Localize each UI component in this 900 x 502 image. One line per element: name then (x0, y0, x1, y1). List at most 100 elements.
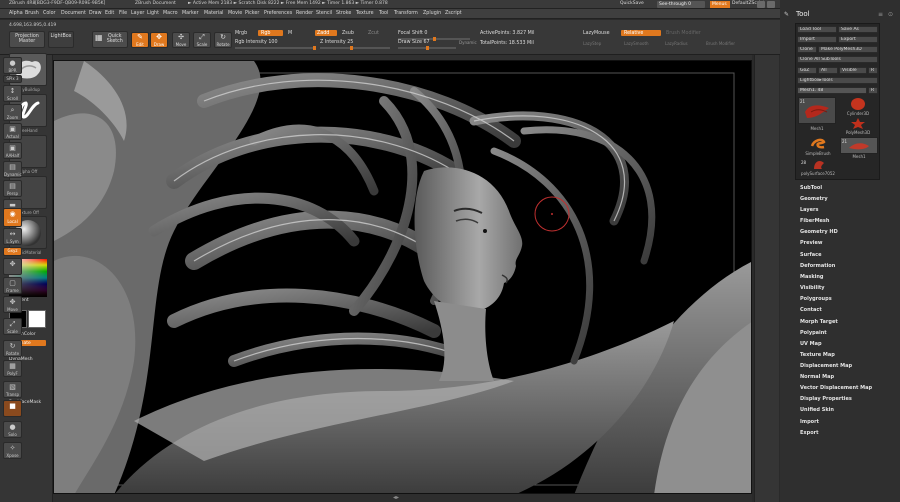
m-toggle[interactable]: M (288, 31, 292, 36)
rotate-view-button[interactable]: ↻ Rotate (3, 340, 22, 357)
subpalette-vector-displacement-map[interactable]: Vector Displacement Map (800, 385, 872, 391)
lazymouse-toggle[interactable]: LazyMouse (583, 31, 610, 36)
draw-size-track[interactable] (398, 46, 456, 50)
zcut-toggle[interactable]: Zcut (368, 31, 379, 36)
menu-transform[interactable]: Transform (394, 11, 418, 16)
z-intensity-track[interactable] (320, 46, 390, 50)
quicksave-button[interactable]: QuickSave (620, 1, 644, 6)
menu-brush[interactable]: Brush (25, 11, 39, 16)
subpalette-polygroups[interactable]: Polygroups (800, 296, 832, 302)
tool-thumb-mesh1-b[interactable]: 21 (840, 137, 878, 154)
export-button[interactable]: Export (838, 36, 878, 43)
secondary-color-swatch[interactable] (28, 310, 46, 328)
dynamic-size-toggle[interactable]: Dynamic (459, 40, 477, 45)
menu-macro[interactable]: Macro (163, 11, 178, 16)
scale-view-button[interactable]: ⤢ Scale (3, 318, 22, 335)
draw-mode-button[interactable]: ✥ Draw (150, 32, 168, 48)
scale-mode-button[interactable]: ⤢ Scale (193, 32, 211, 48)
menu-zplugin[interactable]: Zplugin (423, 11, 441, 16)
subpalette-import[interactable]: Import (800, 419, 819, 425)
spix-slider[interactable]: SPix 3 (3, 75, 22, 83)
palette-pin-icon[interactable]: ✎ (784, 11, 789, 18)
menu-stencil[interactable]: Stencil (316, 11, 332, 16)
rgb-intensity-track[interactable] (235, 46, 316, 50)
brush-modifier-top[interactable]: Brush Modifier (666, 31, 701, 36)
polyf-button[interactable]: ▦ PolyF (3, 360, 22, 377)
subpalette-visibility[interactable]: Visibility (800, 285, 825, 291)
document-canvas[interactable] (53, 60, 752, 494)
move-view-button[interactable]: ✥ Move (3, 296, 22, 313)
transp-button[interactable]: ▧ Transp (3, 381, 22, 398)
tool-thumb-polymesh3d[interactable] (848, 117, 868, 130)
menu-movie[interactable]: Movie (228, 11, 242, 16)
current-tool-r-button[interactable]: R (868, 87, 878, 94)
menu-tool[interactable]: Tool (379, 11, 388, 16)
subpalette-deformation[interactable]: Deformation (800, 263, 835, 269)
lazysmooth-slider[interactable]: LazySmooth (624, 41, 649, 46)
focal-shift-slider[interactable]: Focal Shift 0 (398, 31, 427, 36)
clone-button[interactable]: Clone (797, 46, 817, 53)
menu-draw[interactable]: Draw (89, 11, 102, 16)
rgb-toggle[interactable]: Rgb (261, 31, 270, 36)
menu-stroke[interactable]: Stroke (336, 11, 351, 16)
lazystep-slider[interactable]: LazyStep (583, 41, 601, 46)
subpalette-polypaint[interactable]: Polypaint (800, 330, 827, 336)
subpalette-layers[interactable]: Layers (800, 207, 819, 213)
aahalf-button[interactable]: ▣ AAHalf (3, 142, 22, 159)
dynamic-persp-button[interactable]: ▤ Dynamic (3, 161, 22, 178)
menu-alpha[interactable]: Alpha (9, 11, 23, 16)
menu-material[interactable]: Material (204, 11, 224, 16)
rgb-intensity-slider[interactable]: Rgb Intensity 100 (235, 40, 278, 45)
zsub-toggle[interactable]: Zsub (342, 31, 354, 36)
menu-zscript[interactable]: Zscript (445, 11, 462, 16)
menu-edit[interactable]: Edit (105, 11, 114, 16)
subpalette-morph-target[interactable]: Morph Target (800, 319, 838, 325)
menu-render[interactable]: Render (296, 11, 313, 16)
tool-thumb-cylinder3d[interactable] (848, 97, 868, 111)
palette-options-icon[interactable]: ≡ (878, 11, 883, 18)
quick-sketch-button[interactable]: ▦ Quick Sketch (92, 31, 128, 48)
goz-button[interactable]: GoZ (797, 67, 817, 74)
subpalette-contact[interactable]: Contact (800, 307, 822, 313)
subpalette-preview[interactable]: Preview (800, 240, 823, 246)
draw-size-slider[interactable]: Draw Size 67 (398, 40, 430, 45)
subpalette-fibermesh[interactable]: FiberMesh (800, 218, 829, 224)
tool-thumb-simplebrush[interactable] (808, 136, 828, 150)
window-maximize-icon[interactable] (767, 1, 775, 8)
lightbox-tools-button[interactable]: Lightbox▸Tools (797, 77, 878, 84)
clone-all-subtools-button[interactable]: Clone All SubTools (797, 56, 878, 63)
menus-button[interactable]: Menus (710, 1, 730, 8)
lazyradius-slider[interactable]: LazyRadius (665, 41, 688, 46)
relative-toggle[interactable]: Relative (624, 31, 643, 36)
persp-button[interactable]: ▤ Persp (3, 180, 22, 197)
goz-r-button[interactable]: R (868, 67, 878, 74)
bottom-tray-toggle-icon[interactable]: ◂▸ (393, 494, 399, 501)
frame-button[interactable]: ▢ Frame (3, 277, 22, 294)
subpalette-uv-map[interactable]: UV Map (800, 341, 822, 347)
edit-mode-button[interactable]: ✎ Edit (131, 32, 149, 48)
see-through-slider[interactable]: See-through 0 (657, 1, 705, 8)
z-intensity-slider[interactable]: Z Intensity 25 (320, 40, 353, 45)
menu-marker[interactable]: Marker (182, 11, 199, 16)
move-mode-button[interactable]: ✣ Move (172, 32, 190, 48)
bpr-button[interactable]: ● BPR (3, 57, 22, 74)
subpalette-normal-map[interactable]: Normal Map (800, 374, 834, 380)
actual-button[interactable]: ▣ Actual (3, 123, 22, 140)
goz-all-button[interactable]: All (818, 67, 838, 74)
lsym-button[interactable]: ↔ L.Sym (3, 228, 22, 245)
subpalette-masking[interactable]: Masking (800, 274, 824, 280)
subpalette-export[interactable]: Export (800, 430, 819, 436)
load-tool-button[interactable]: Load Tool (797, 26, 837, 33)
subpalette-display-properties[interactable]: Display Properties (800, 396, 852, 402)
ghost-button[interactable]: ■ (3, 400, 22, 417)
make-polymesh-button[interactable]: Make PolyMesh3D (818, 46, 878, 53)
palette-close-icon[interactable]: ⊙ (888, 11, 893, 18)
subpalette-surface[interactable]: Surface (800, 252, 822, 258)
menu-preferences[interactable]: Preferences (264, 11, 292, 16)
local-button[interactable]: ◉ Local (3, 208, 22, 227)
projection-master-button[interactable]: Projection Master (9, 31, 45, 48)
subpalette-subtool[interactable]: SubTool (800, 185, 822, 191)
subpalette-unified-skin[interactable]: Unified Skin (800, 407, 834, 413)
menu-layer[interactable]: Layer (131, 11, 144, 16)
import-button[interactable]: Import (797, 36, 837, 43)
